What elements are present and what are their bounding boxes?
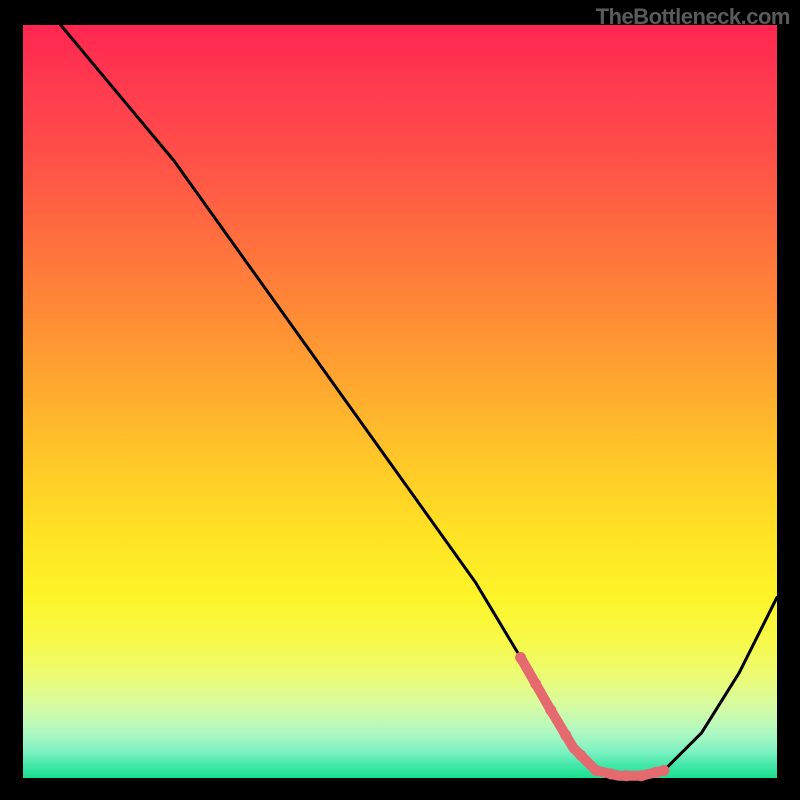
minimum-band [521,658,664,776]
plot-overlay [23,25,777,778]
minimum-dot [591,765,602,776]
minimum-dot [560,730,571,741]
main-curve [61,25,777,776]
minimum-dot [530,678,541,689]
minimum-dot [545,705,556,716]
attribution-label: TheBottleneck.com [596,4,790,30]
minimum-dot [636,770,647,781]
minimum-dot [658,765,669,776]
minimum-dot [621,770,632,781]
minimum-dot [515,652,526,663]
chart-container: TheBottleneck.com [0,0,800,800]
minimum-dot [576,750,587,761]
minimum-dot [606,769,617,780]
